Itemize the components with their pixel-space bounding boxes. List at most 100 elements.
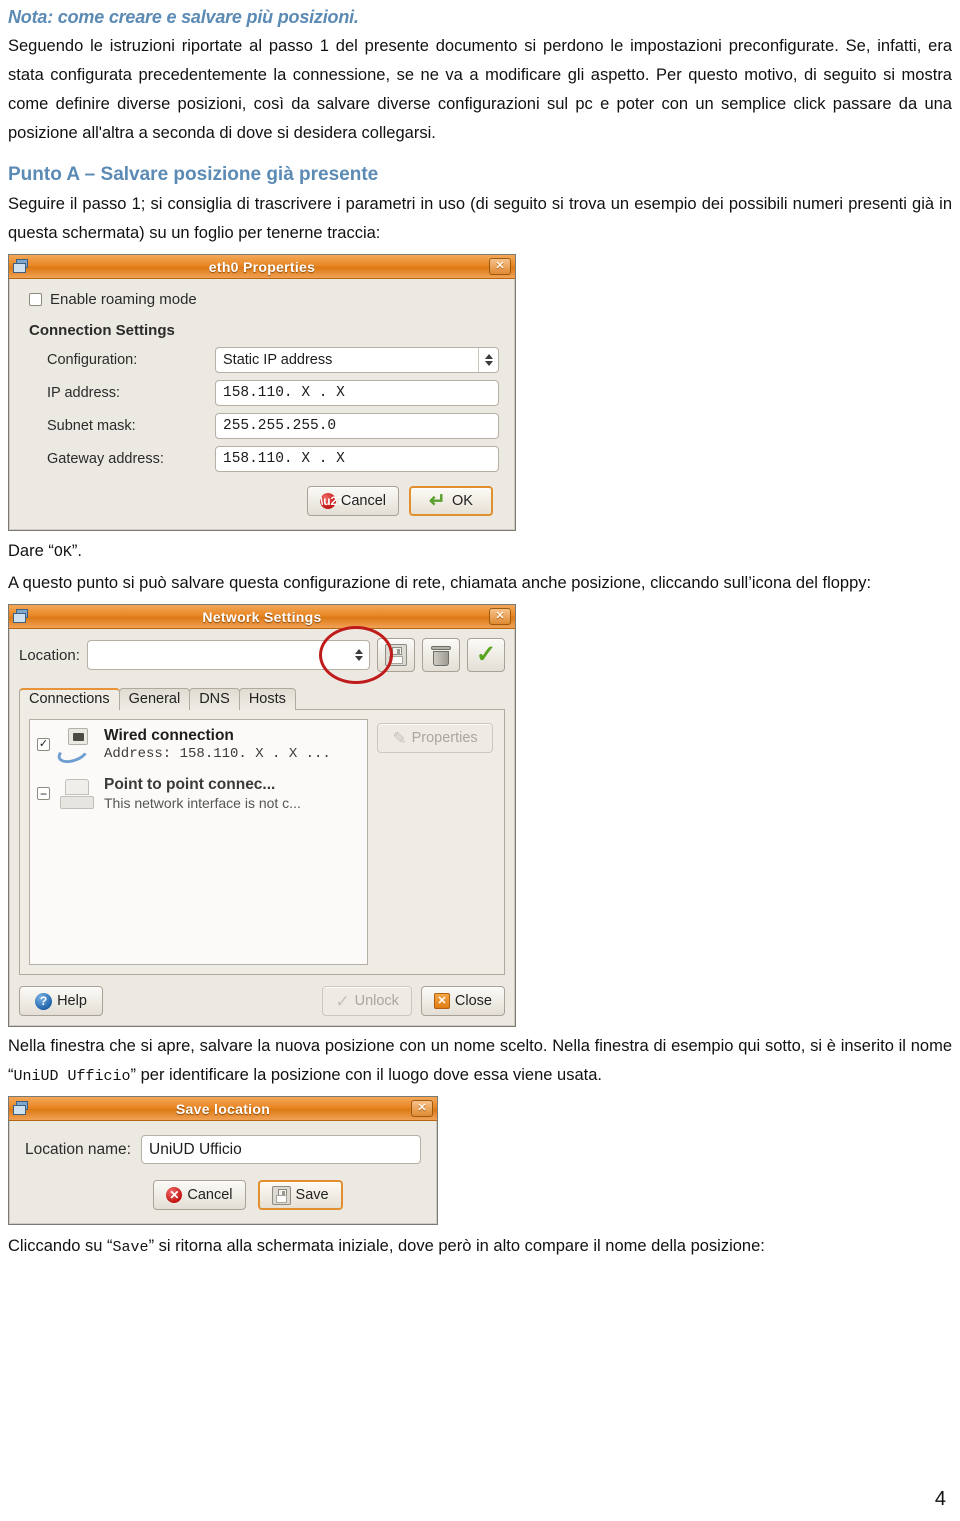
trash-icon	[430, 644, 452, 666]
save-location-dialog: Save location ✕ Location name: UniUD Uff…	[8, 1096, 438, 1225]
window-icon	[13, 1100, 31, 1117]
network-settings-titlebar: Network Settings ✕	[9, 605, 515, 629]
cancel-button[interactable]: \u2715 Cancel	[306, 486, 399, 516]
cancel-button-label: Cancel	[340, 493, 386, 509]
close-icon: ✕	[433, 993, 450, 1009]
phone-modem-icon	[57, 777, 97, 811]
properties-button-label: Properties	[411, 730, 478, 746]
document-page: Nota: come creare e salvare più posizion…	[0, 0, 960, 1521]
paragraph-final-code: Save	[112, 1239, 149, 1256]
unlock-check-icon: ✓	[335, 991, 350, 1011]
connections-tab-panel: ✓ Wired connection Address: 158.110. X .…	[19, 709, 505, 975]
paragraph-punto-a: Seguire il passo 1; si consiglia di tras…	[8, 195, 952, 242]
tab-general[interactable]: General	[118, 688, 191, 710]
page-number: 4	[934, 1488, 946, 1510]
caption-dare-ok-pre: Dare “	[8, 542, 54, 560]
paragraph-save-post: ” per identificare la posizione con il l…	[130, 1066, 602, 1084]
wired-network-icon	[54, 727, 97, 767]
cancel-button[interactable]: ✕ Cancel	[153, 1180, 246, 1210]
green-check-icon: ✓	[475, 641, 497, 668]
help-button-label: Help	[57, 993, 87, 1009]
location-name-label: Location name:	[25, 1140, 131, 1158]
paragraph-floppy: A questo punto si può salvare questa con…	[8, 574, 872, 592]
enable-roaming-label: Enable roaming mode	[50, 291, 197, 308]
network-settings-title: Network Settings	[202, 608, 322, 625]
tab-dns[interactable]: DNS	[189, 688, 240, 710]
tabs-container: Connections General DNS Hosts ✓ Wired co…	[19, 684, 505, 975]
location-name-row: Location name: UniUD Ufficio	[25, 1135, 421, 1164]
ip-address-label: IP address:	[47, 385, 121, 401]
subnet-mask-input[interactable]: 255.255.255.0	[215, 413, 499, 439]
configuration-value: Static IP address	[223, 352, 333, 368]
section-heading-punto-a: Punto A – Salvare posizione già presente	[8, 164, 379, 185]
tab-hosts[interactable]: Hosts	[238, 688, 296, 710]
close-icon[interactable]: ✕	[489, 608, 511, 625]
paragraph-save-location: Nella finestra che si apre, salvare la n…	[8, 1032, 952, 1091]
eth0-properties-dialog: eth0 Properties ✕ Enable roaming mode Co…	[8, 254, 516, 531]
paragraph-final: Cliccando su “Save” si ritorna alla sche…	[8, 1232, 952, 1262]
configuration-combo[interactable]: Static IP address	[215, 347, 499, 373]
list-item[interactable]: − Point to point connec... This network …	[30, 769, 367, 818]
connection-enabled-checkbox[interactable]: ✓	[37, 738, 50, 751]
field-row-gateway-address: Gateway address: 158.110. X . X	[47, 446, 499, 472]
close-icon[interactable]: ✕	[411, 1100, 433, 1117]
connection-settings-heading: Connection Settings	[29, 322, 175, 339]
save-location-button-row: ✕ Cancel Save	[25, 1180, 421, 1210]
help-button[interactable]: ? Help	[19, 986, 103, 1016]
enable-roaming-checkbox[interactable]: Enable roaming mode	[29, 291, 499, 308]
paragraph-final-post: ” si ritorna alla schermata iniziale, do…	[148, 1237, 765, 1255]
intro-paragraph: Seguendo le istruzioni riportate al pass…	[8, 37, 952, 142]
field-row-ip-address: IP address: 158.110. X . X	[47, 380, 499, 406]
gateway-address-input[interactable]: 158.110. X . X	[215, 446, 499, 472]
properties-icon: ✎	[392, 728, 407, 748]
location-label: Location:	[19, 646, 80, 664]
enter-arrow-icon	[429, 494, 447, 508]
chevron-updown-icon[interactable]	[478, 348, 498, 372]
cancel-button-label: Cancel	[187, 1187, 233, 1203]
list-item-title: Point to point connec...	[104, 776, 276, 793]
paragraph-final-pre: Cliccando su “	[8, 1237, 113, 1255]
paragraph-save-code: UniUD Ufficio	[13, 1068, 131, 1085]
list-item-detail: This network interface is not c...	[104, 795, 301, 811]
list-item[interactable]: ✓ Wired connection Address: 158.110. X .…	[30, 720, 367, 769]
eth0-button-row: \u2715 Cancel OK	[29, 486, 499, 516]
caption-dare-ok: Dare “OK”.	[8, 537, 952, 567]
delete-location-button[interactable]	[422, 638, 460, 672]
ok-button[interactable]: OK	[409, 486, 493, 516]
network-settings-button-row: ? Help ✓ Unlock ✕ Close	[19, 986, 505, 1016]
checkbox-box[interactable]	[29, 293, 42, 306]
network-settings-dialog: Network Settings ✕ Location: ✓ Connectio…	[8, 604, 516, 1027]
connection-disabled-checkbox[interactable]: −	[37, 787, 50, 800]
highlight-ellipse	[319, 626, 393, 684]
apply-location-button[interactable]: ✓	[467, 638, 505, 672]
page-title-note: Nota: come creare e salvare più posizion…	[8, 7, 359, 27]
close-button[interactable]: ✕ Close	[420, 986, 505, 1016]
ip-address-input[interactable]: 158.110. X . X	[215, 380, 499, 406]
field-row-subnet-mask: Subnet mask: 255.255.255.0	[47, 413, 499, 439]
ok-button-label: OK	[452, 493, 473, 509]
list-item-title: Wired connection	[104, 727, 234, 744]
location-name-input[interactable]: UniUD Ufficio	[141, 1135, 421, 1164]
properties-button[interactable]: ✎ Properties	[377, 723, 493, 753]
configuration-label: Configuration:	[47, 352, 138, 368]
save-location-titlebar: Save location ✕	[9, 1097, 437, 1121]
unlock-button[interactable]: ✓ Unlock	[322, 986, 412, 1016]
close-button-label: Close	[454, 993, 492, 1009]
save-location-title: Save location	[175, 1100, 271, 1117]
tab-connections[interactable]: Connections	[19, 688, 120, 710]
caption-dare-ok-code: OK	[53, 544, 72, 561]
connections-list[interactable]: ✓ Wired connection Address: 158.110. X .…	[29, 719, 368, 965]
caption-dare-ok-post: ”.	[71, 542, 82, 560]
window-icon	[13, 608, 31, 625]
window-icon	[13, 258, 31, 275]
help-icon: ?	[35, 992, 53, 1010]
close-icon[interactable]: ✕	[489, 258, 511, 275]
save-button[interactable]: Save	[257, 1180, 343, 1210]
eth0-title: eth0 Properties	[208, 258, 316, 275]
cancel-icon: \u2715	[319, 493, 358, 509]
unlock-button-label: Unlock	[354, 993, 399, 1009]
location-row: Location: ✓	[19, 626, 505, 684]
gateway-address-label: Gateway address:	[47, 451, 164, 467]
list-item-detail: Address: 158.110. X . X ...	[104, 746, 331, 762]
subnet-mask-label: Subnet mask:	[47, 418, 136, 434]
